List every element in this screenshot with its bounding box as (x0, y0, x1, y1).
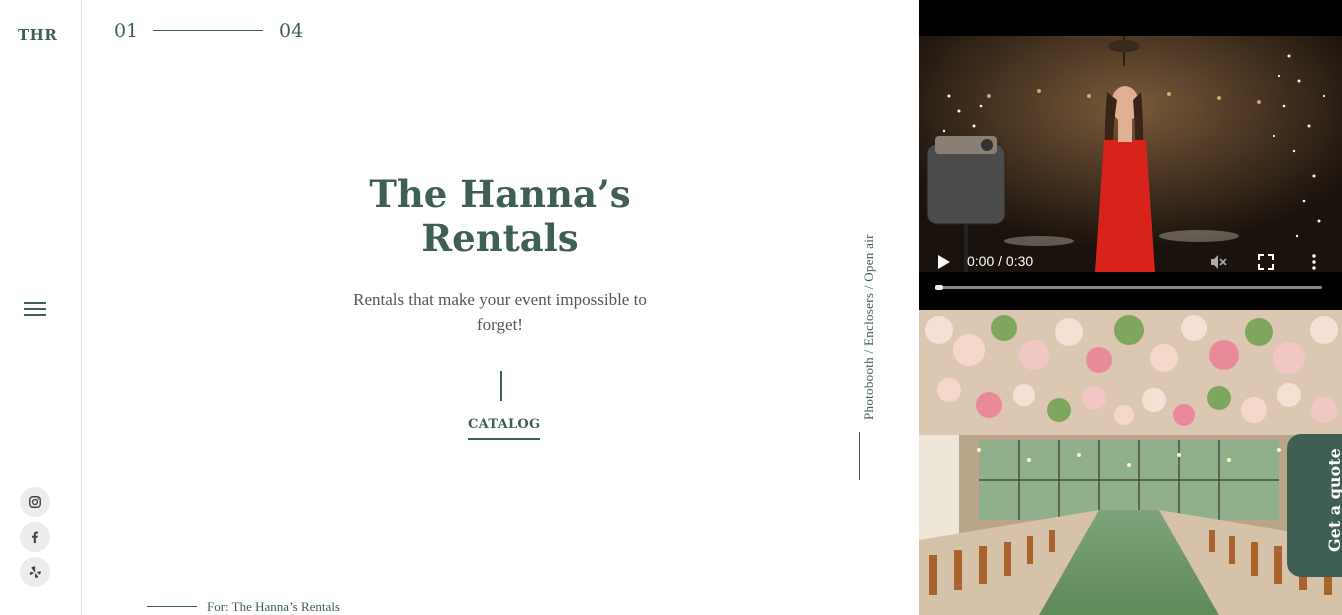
categories-divider (859, 432, 860, 480)
slide-counter-current: 01 (114, 20, 139, 42)
slide-counter-divider (153, 30, 263, 31)
catalog-link[interactable]: CATALOG (468, 417, 541, 440)
credit-divider (147, 606, 197, 607)
categories-vertical-text: Photobooth / Enclosers / Open air (861, 234, 876, 420)
left-sidebar: THR (0, 0, 82, 615)
hero-title: The Hanna’s Rentals (320, 172, 680, 260)
slide-counter-total: 04 (279, 20, 304, 42)
hero-divider (500, 371, 502, 401)
fullscreen-icon[interactable] (1257, 253, 1275, 271)
video-time: 0:00 / 0:30 (967, 253, 1034, 269)
play-icon[interactable] (937, 254, 951, 270)
video-frame[interactable] (919, 36, 1342, 272)
venue-floral-photo (919, 310, 1342, 615)
hero-subtitle: Rentals that make your event impossible … (330, 287, 670, 337)
video-progress-bar[interactable] (935, 285, 1322, 290)
video-controls: 0:00 / 0:30 (919, 248, 1342, 308)
hero-title-line1: The Hanna’s (369, 172, 631, 216)
credit-text: For: The Hanna’s Rentals (207, 599, 340, 614)
facebook-icon[interactable] (20, 522, 50, 552)
yelp-icon[interactable] (20, 557, 50, 587)
video-progress-knob[interactable] (935, 285, 943, 290)
mute-icon[interactable] (1209, 253, 1227, 271)
get-quote-label: Get a quote (1325, 448, 1342, 552)
media-column: 0:00 / 0:30 (919, 0, 1342, 615)
get-quote-button[interactable]: Get a quote (1287, 434, 1342, 577)
hero-title-line2: Rentals (421, 216, 579, 260)
video-player[interactable]: 0:00 / 0:30 (919, 0, 1342, 308)
hamburger-menu-icon[interactable] (24, 302, 46, 318)
logo[interactable]: THR (18, 26, 57, 44)
instagram-icon[interactable] (20, 487, 50, 517)
hero-subtitle-line1: Rentals that make your event impossible … (353, 290, 647, 309)
hero-subtitle-line2: forget! (477, 315, 523, 334)
more-options-icon[interactable] (1305, 253, 1323, 271)
